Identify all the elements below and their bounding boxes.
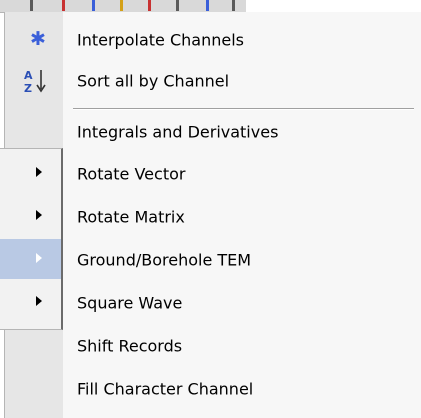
parent-submenu-fragment [0,148,63,330]
toolbar-icon[interactable] [120,0,123,11]
menu-item-square-wave[interactable]: Square Wave [5,283,421,323]
submenu-arrow-icon [36,296,42,306]
submenu-row-highlighted[interactable] [0,239,61,279]
menu-item-label: Fill Character Channel [77,379,254,399]
sort-az-icon: A Z [24,69,46,95]
submenu-arrow-icon [36,167,42,177]
menu-item-shift-records[interactable]: Shift Records [5,326,421,366]
submenu-arrow-icon [36,210,42,220]
menu-item-label: Ground/Borehole TEM [77,250,252,270]
submenu-row[interactable] [0,196,61,236]
menu-item-label: Interpolate Channels [77,30,244,50]
toolbar-icon[interactable] [232,0,235,11]
menu-item-label: Sort all by Channel [77,71,230,91]
toolbar-icon[interactable] [176,0,179,11]
svg-text:A: A [24,69,33,82]
menu-item-label: Rotate Vector [77,164,186,184]
asterisk-icon: ✱ [30,28,46,50]
menu-item-sort-all-by-channel[interactable]: A Z Sort all by Channel [5,61,421,101]
menu-item-rotate-matrix[interactable]: Rotate Matrix [5,197,421,237]
toolbar-icon[interactable] [62,0,65,11]
menu-item-label: Shift Records [77,336,183,356]
menu-item-ground-borehole-tem[interactable]: Ground/Borehole TEM [5,240,421,280]
menu-item-integrals-and-derivatives[interactable]: Integrals and Derivatives [5,112,421,152]
menu-item-label: Square Wave [77,293,183,313]
menu-item-label: Rotate Matrix [77,207,185,227]
menu-item-fill-character-channel[interactable]: Fill Character Channel [5,369,421,409]
toolbar-icon[interactable] [92,0,95,11]
menu-item-interpolate-channels[interactable]: ✱ Interpolate Channels [5,20,421,60]
toolbar-icon[interactable] [148,0,151,11]
menu-item-rotate-vector[interactable]: Rotate Vector [5,154,421,194]
submenu-row[interactable] [0,153,61,193]
toolbar-icon[interactable] [206,0,209,11]
svg-text:Z: Z [24,82,32,95]
submenu-row[interactable] [0,282,61,322]
submenu-arrow-icon [36,253,42,263]
menu-item-label: Integrals and Derivatives [77,122,279,142]
menu-separator [73,108,414,110]
toolbar-icon[interactable] [30,0,33,11]
toolbar-background [246,0,421,12]
context-menu: ✱ Interpolate Channels A Z Sort all by C… [4,12,421,418]
